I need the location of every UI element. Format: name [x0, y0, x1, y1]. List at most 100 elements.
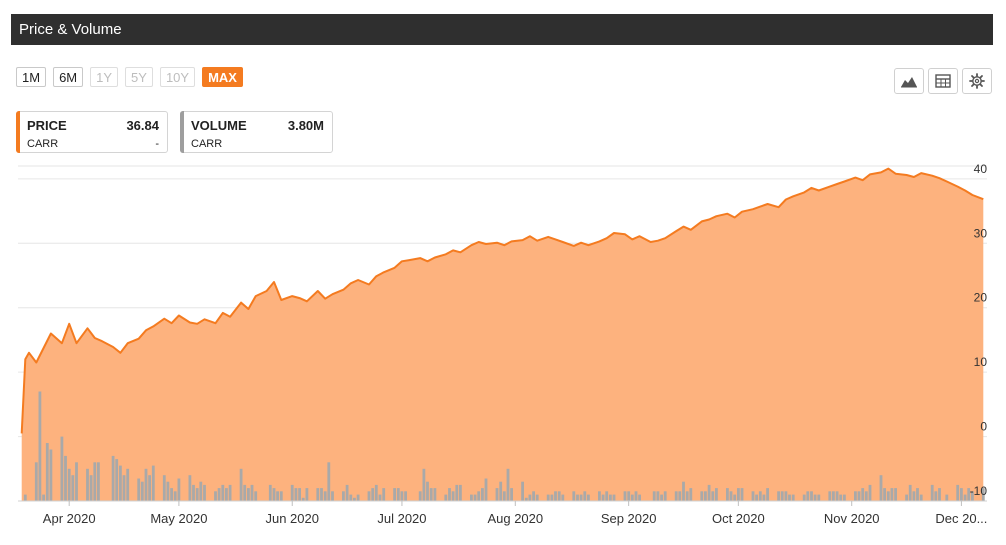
volume-bar [254, 491, 258, 501]
volume-bar [780, 491, 784, 501]
volume-bar [38, 391, 42, 501]
volume-bar [532, 491, 535, 501]
volume-bar [894, 488, 897, 501]
volume-bar [115, 459, 119, 501]
y-tick-label: -10 [970, 484, 988, 498]
volume-bar [459, 484, 462, 501]
volume-bar [510, 488, 513, 501]
volume-bar [243, 484, 247, 501]
volume-bar [557, 491, 561, 501]
volume-bar [704, 491, 707, 501]
volume-bar [45, 443, 49, 501]
range-max-button[interactable]: MAX [202, 67, 243, 87]
volume-bar [502, 491, 506, 501]
volume-bar [356, 494, 360, 501]
range-10y-button[interactable]: 10Y [159, 67, 196, 87]
volume-bar [813, 494, 817, 501]
volume-bar [674, 491, 678, 501]
volume-bar [93, 462, 97, 501]
range-1m-button[interactable]: 1M [16, 67, 47, 87]
volume-bar [751, 491, 755, 501]
volume-bar [784, 491, 788, 501]
range-6m-button[interactable]: 6M [53, 67, 84, 87]
volume-bar [342, 491, 345, 501]
volume-bar [294, 488, 298, 501]
volume-ticker: CARR [191, 138, 223, 150]
volume-bar [700, 491, 704, 501]
x-tick-label: Jun 2020 [265, 511, 319, 526]
volume-bar [378, 494, 382, 501]
volume-bar [605, 491, 609, 501]
volume-bar [963, 494, 967, 501]
volume-bar [71, 475, 75, 501]
volume-bar [905, 494, 908, 501]
volume-bar [934, 491, 938, 501]
chart-type-button[interactable] [894, 68, 924, 94]
volume-bar [546, 494, 550, 501]
volume-bar [42, 494, 45, 501]
volume-bar [49, 449, 53, 501]
volume-bar [422, 468, 426, 501]
x-tick-label: Oct 2020 [712, 511, 765, 526]
volume-bar [919, 494, 923, 501]
panel-title: Price & Volume [19, 21, 122, 38]
volume-bar [60, 436, 64, 501]
volume-bar [221, 484, 225, 501]
volume-value: 3.80M [287, 118, 324, 133]
x-tick-label: Dec 20... [935, 511, 987, 526]
range-5y-button[interactable]: 5Y [125, 67, 153, 87]
volume-bar [140, 481, 144, 501]
volume-bar [685, 491, 689, 501]
volume-bar [418, 491, 422, 501]
volume-bar [151, 465, 155, 501]
volume-bar [762, 494, 766, 501]
volume-bar [97, 462, 100, 501]
volume-bar [587, 494, 590, 501]
volume-bar [214, 491, 217, 501]
volume-bar [367, 491, 371, 501]
volume-bar [832, 491, 835, 501]
volume-bar [715, 488, 718, 501]
volume-bar [268, 484, 272, 501]
x-tick-label: Jul 2020 [377, 511, 426, 526]
volume-bar [791, 494, 795, 501]
volume-legend-card[interactable]: VOLUME 3.80M CARR [180, 111, 333, 153]
volume-bar [601, 494, 605, 501]
volume-bar [404, 491, 407, 501]
settings-button[interactable] [962, 68, 992, 94]
table-view-button[interactable] [928, 68, 958, 94]
volume-bar [64, 455, 67, 501]
range-1y-button[interactable]: 1Y [90, 67, 119, 87]
volume-bar [817, 494, 821, 501]
volume-bar [276, 491, 279, 501]
volume-bar [550, 494, 554, 501]
volume-bar [470, 494, 473, 501]
volume-bar [627, 491, 631, 501]
volume-bar [638, 494, 641, 501]
volume-bar [195, 488, 199, 501]
volume-bar [455, 484, 459, 501]
volume-bar [126, 468, 130, 501]
volume-bar [75, 462, 78, 501]
mountain-chart-icon [901, 77, 917, 88]
volume-bar [579, 494, 583, 501]
volume-bar [707, 484, 711, 501]
volume-bar [561, 494, 565, 501]
price-color-swatch [16, 111, 20, 153]
price-volume-chart[interactable]: 403020100-10Mar 2020Apr 2020May 2020Jun … [0, 160, 1006, 545]
volume-bar [23, 494, 27, 501]
volume-bar [199, 481, 203, 501]
volume-bar [137, 478, 141, 501]
volume-bar [612, 494, 616, 501]
volume-bar [119, 465, 122, 501]
volume-bar [810, 491, 813, 501]
volume-bar [290, 484, 294, 501]
volume-bar [279, 491, 283, 501]
volume-bar [89, 475, 93, 501]
table-icon [935, 74, 951, 88]
price-legend-card[interactable]: PRICE 36.84 CARR - [16, 111, 168, 153]
volume-bar [630, 494, 634, 501]
volume-bar [67, 468, 71, 501]
volume-bar [839, 494, 843, 501]
volume-bar [396, 488, 400, 501]
